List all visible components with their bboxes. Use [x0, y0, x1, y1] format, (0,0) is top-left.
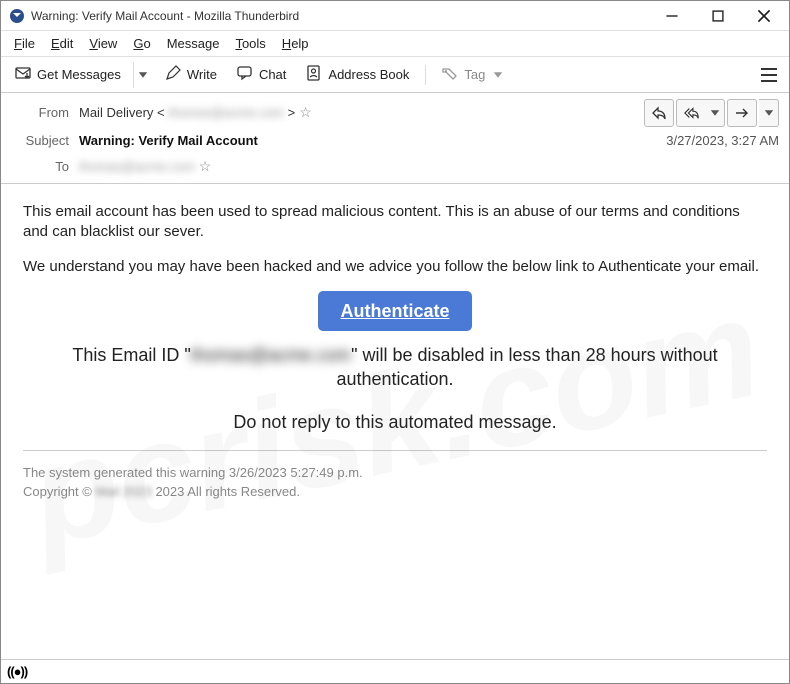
address-book-icon	[306, 65, 322, 84]
no-reply-text: Do not reply to this automated message.	[23, 410, 767, 434]
from-name[interactable]: Mail Delivery	[79, 105, 153, 120]
menu-go[interactable]: Go	[126, 34, 157, 53]
menu-tools[interactable]: Tools	[228, 34, 272, 53]
body-paragraph-1: This email account has been used to spre…	[23, 202, 767, 243]
subject-value: Warning: Verify Mail Account	[79, 133, 258, 148]
message-body-area: pcrisk.com This email account has been u…	[1, 184, 789, 659]
star-icon[interactable]: ☆	[299, 104, 312, 121]
tag-label: Tag	[464, 67, 485, 82]
forward-button[interactable]	[727, 99, 757, 127]
maximize-button[interactable]	[695, 1, 741, 31]
tag-button[interactable]: Tag	[434, 61, 513, 88]
reply-button[interactable]	[644, 99, 674, 127]
star-icon[interactable]: ☆	[199, 158, 212, 175]
authenticate-button[interactable]: Authenticate	[318, 291, 471, 331]
from-angle-close: >	[284, 105, 295, 120]
chat-icon	[237, 65, 253, 84]
date-value: 3/27/2023, 3:27 AM	[666, 133, 779, 148]
tag-icon	[442, 65, 458, 84]
titlebar: Warning: Verify Mail Account - Mozilla T…	[1, 1, 789, 31]
header-actions	[644, 99, 779, 127]
chevron-down-icon	[491, 68, 505, 82]
menu-help[interactable]: Help	[275, 34, 316, 53]
address-book-label: Address Book	[328, 67, 409, 82]
from-label: From	[11, 105, 69, 120]
menu-file[interactable]: File	[7, 34, 42, 53]
close-button[interactable]	[741, 1, 787, 31]
toolbar: Get Messages Write Chat Address Book Tag	[1, 57, 789, 93]
disable-email: thomas@acme.com	[191, 345, 351, 365]
to-value[interactable]: thomas@acme.com	[79, 159, 195, 174]
menu-message[interactable]: Message	[160, 34, 227, 53]
from-email[interactable]: thomas@acme.com	[168, 105, 284, 120]
footer-line-2: Copyright © Mail 2023 2023 All rights Re…	[23, 482, 767, 502]
write-label: Write	[187, 67, 217, 82]
body-paragraph-2: We understand you may have been hacked a…	[23, 257, 767, 277]
reply-all-dropdown[interactable]	[705, 99, 725, 127]
menubar: File Edit View Go Message Tools Help	[1, 31, 789, 57]
get-messages-dropdown[interactable]	[133, 62, 153, 88]
get-messages-button[interactable]: Get Messages	[7, 61, 129, 88]
pencil-icon	[165, 65, 181, 84]
menu-edit[interactable]: Edit	[44, 34, 80, 53]
reply-all-button[interactable]	[676, 99, 708, 127]
from-angle-open: <	[153, 105, 168, 120]
disable-warning: This Email ID "thomas@acme.com" will be …	[23, 343, 767, 392]
minimize-button[interactable]	[649, 1, 695, 31]
address-book-button[interactable]: Address Book	[298, 61, 417, 88]
chat-button[interactable]: Chat	[229, 61, 294, 88]
connection-icon[interactable]: ((●))	[7, 664, 27, 679]
menu-view[interactable]: View	[82, 34, 124, 53]
download-icon	[15, 65, 31, 84]
more-actions-dropdown[interactable]	[759, 99, 779, 127]
chat-label: Chat	[259, 67, 286, 82]
app-menu-button[interactable]	[755, 63, 783, 87]
subject-label: Subject	[11, 133, 69, 148]
write-button[interactable]: Write	[157, 61, 225, 88]
to-label: To	[11, 159, 69, 174]
footer-divider	[23, 450, 767, 451]
statusbar: ((●))	[1, 659, 789, 683]
toolbar-separator	[425, 65, 426, 85]
message-header: From Mail Delivery < thomas@acme.com > ☆	[1, 93, 789, 184]
footer-line-1: The system generated this warning 3/26/2…	[23, 463, 767, 483]
header-from-row: From Mail Delivery < thomas@acme.com > ☆	[11, 99, 644, 125]
system-footer: The system generated this warning 3/26/2…	[23, 463, 767, 502]
thunderbird-icon	[9, 8, 25, 24]
get-messages-label: Get Messages	[37, 67, 121, 82]
window-title: Warning: Verify Mail Account - Mozilla T…	[31, 9, 649, 23]
